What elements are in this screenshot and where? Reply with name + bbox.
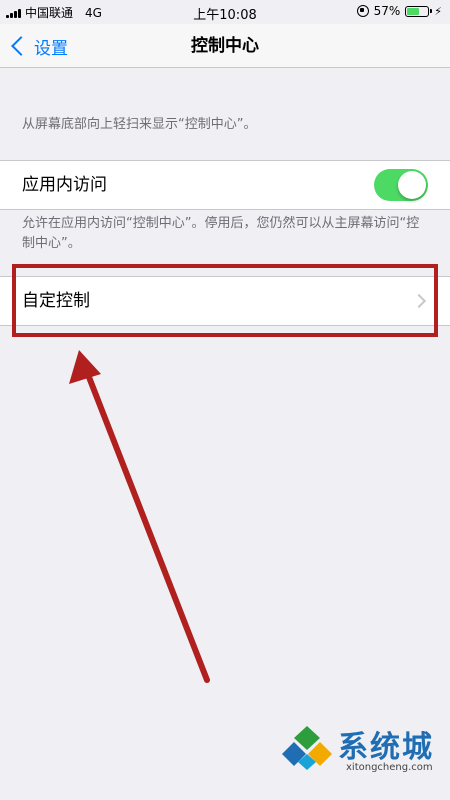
watermark-brand: 系统城 bbox=[338, 730, 434, 765]
arrow-head bbox=[69, 350, 101, 384]
arrow-annotation bbox=[69, 350, 210, 683]
arrow-shaft bbox=[84, 369, 210, 683]
watermark-logo-icon bbox=[282, 726, 332, 770]
watermark: 系统城 xitongcheng.com bbox=[282, 722, 442, 782]
watermark-url: xitongcheng.com bbox=[346, 762, 433, 773]
